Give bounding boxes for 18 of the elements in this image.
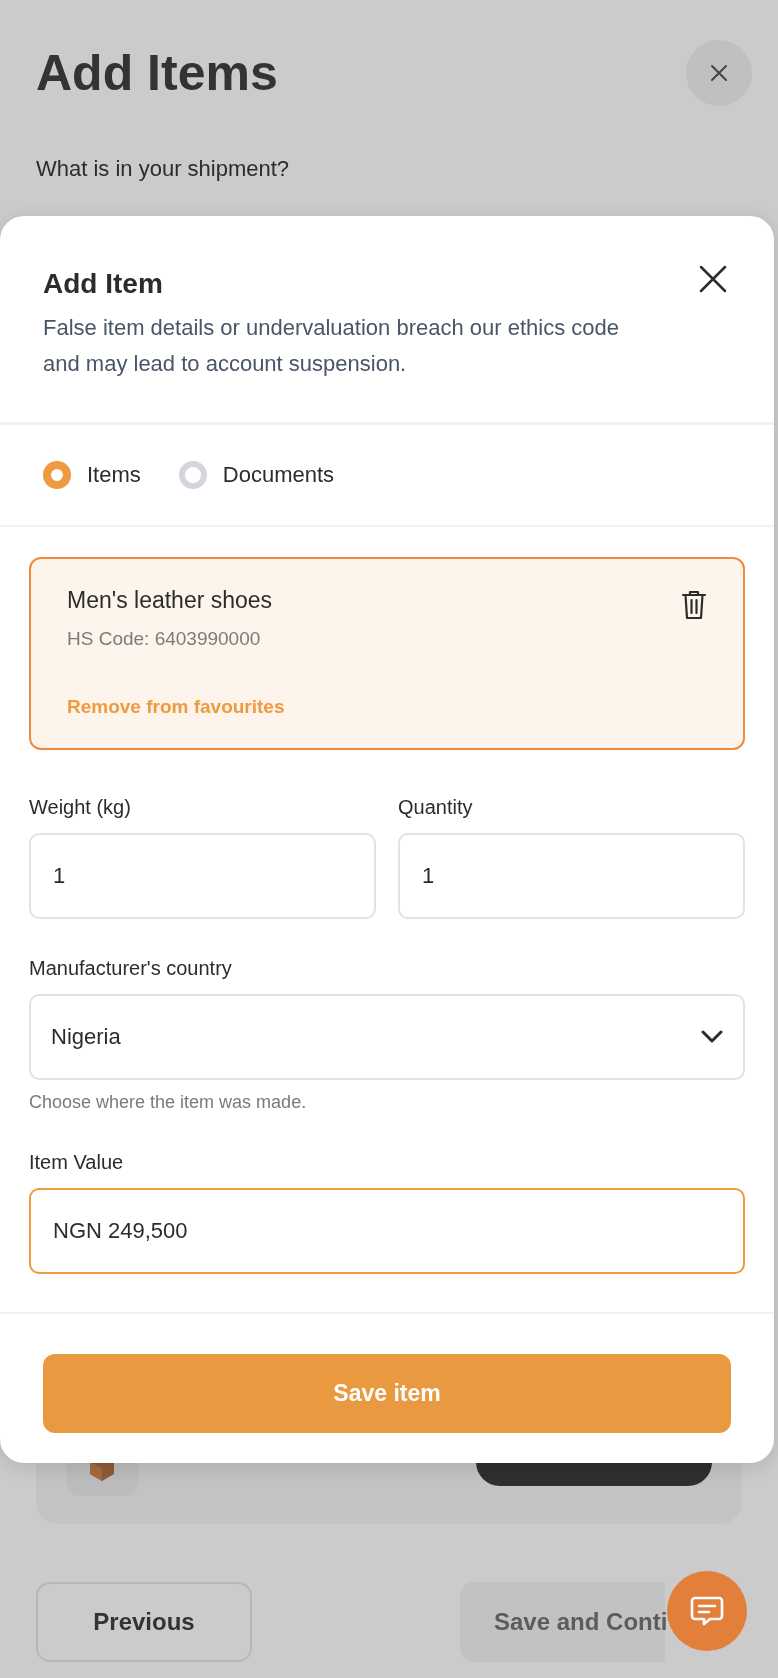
warning-text: False item details or undervaluation breach our ethics code and may lead to account suspension.: [43, 314, 620, 378]
field-label: Quantity: [398, 796, 474, 819]
field-label: Manufacturer's country: [29, 957, 233, 980]
hs-code: HS Code: 6403990000: [67, 628, 261, 650]
field-label: Item Value: [29, 1151, 125, 1174]
previous-button[interactable]: Previous: [36, 1582, 252, 1662]
type-radio[interactable]: Documents: [178, 461, 335, 489]
item-name: Men's leather shoes: [67, 587, 273, 614]
field-hint: Choose where the item was made.: [29, 1092, 308, 1113]
input-field[interactable]: 1: [29, 833, 376, 919]
field-label: Weight (kg): [29, 796, 132, 819]
dialog-title: Add Item: [43, 268, 164, 300]
country-select[interactable]: Nigeria: [29, 994, 745, 1080]
page-title: Add Items: [36, 44, 278, 102]
input-field[interactable]: 1: [398, 833, 745, 919]
question-text: What is in your shipment?: [36, 156, 291, 182]
type-radio[interactable]: Items: [43, 461, 141, 489]
input-field[interactable]: NGN 249,500: [29, 1188, 745, 1274]
